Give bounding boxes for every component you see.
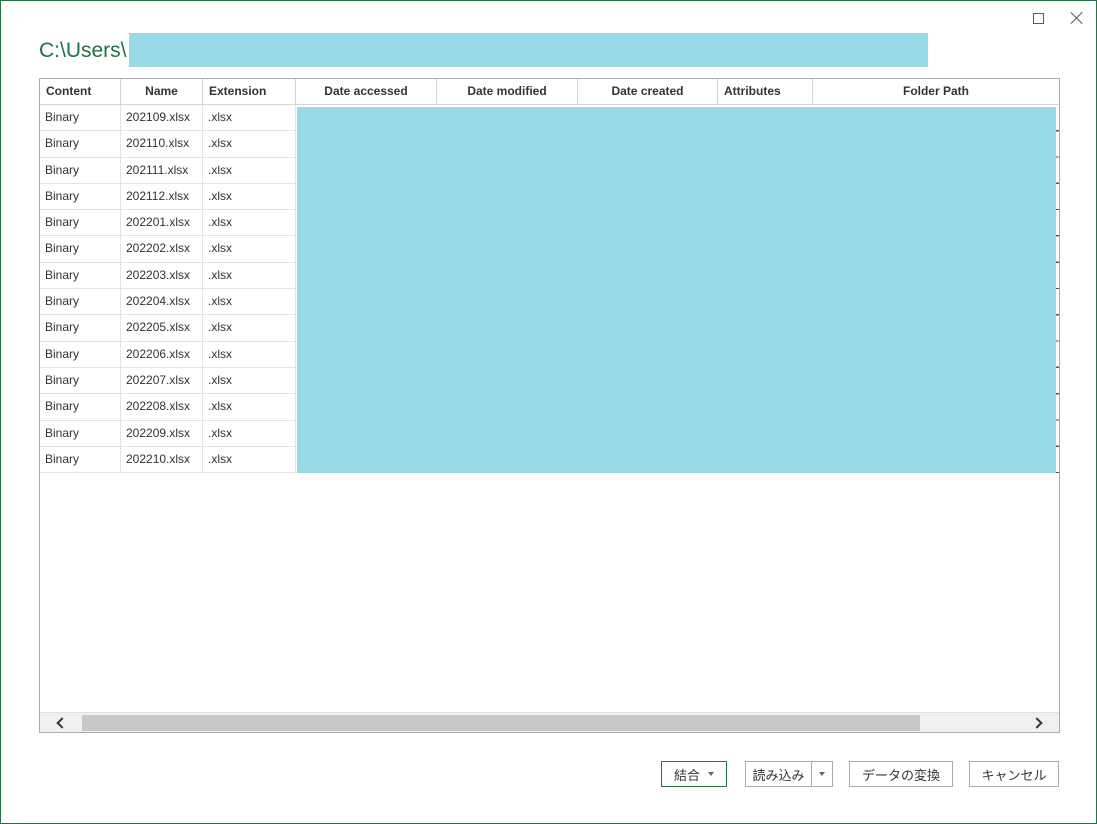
cell-content[interactable]: Binary bbox=[40, 289, 121, 315]
grid-header: Content Name Extension Date accessed Dat… bbox=[40, 79, 1059, 105]
chevron-left-icon bbox=[56, 717, 68, 729]
table-row[interactable]: Binary 202111.xlsx .xlsx bbox=[40, 157, 296, 184]
file-list-grid: Content Name Extension Date accessed Dat… bbox=[39, 78, 1060, 733]
cell-extension[interactable]: .xlsx bbox=[203, 131, 296, 157]
cell-extension[interactable]: .xlsx bbox=[203, 341, 296, 367]
cell-name[interactable]: 202203.xlsx bbox=[121, 262, 203, 289]
cell-name[interactable]: 202205.xlsx bbox=[121, 315, 203, 341]
maximize-icon bbox=[1032, 12, 1044, 24]
column-header-date-created[interactable]: Date created bbox=[578, 79, 718, 104]
cell-extension[interactable]: .xlsx bbox=[203, 157, 296, 183]
table-row[interactable]: Binary 202201.xlsx .xlsx bbox=[40, 210, 296, 237]
column-header-date-modified[interactable]: Date modified bbox=[437, 79, 578, 104]
close-icon bbox=[1070, 11, 1084, 25]
table-row[interactable]: Binary 202209.xlsx .xlsx bbox=[40, 420, 296, 447]
cell-name[interactable]: 202204.xlsx bbox=[121, 289, 203, 315]
load-button-label: 読み込み bbox=[752, 768, 805, 784]
cell-extension[interactable]: .xlsx bbox=[203, 394, 296, 420]
column-header-date-accessed[interactable]: Date accessed bbox=[296, 79, 437, 104]
redacted-path-region bbox=[129, 33, 928, 67]
table-row[interactable]: Binary 202206.xlsx .xlsx bbox=[40, 341, 296, 368]
maximize-button[interactable] bbox=[1025, 7, 1051, 29]
table-row[interactable]: Binary 202204.xlsx .xlsx bbox=[40, 289, 296, 316]
cell-content[interactable]: Binary bbox=[40, 236, 121, 262]
table-row[interactable]: Binary 202210.xlsx .xlsx bbox=[40, 446, 296, 474]
cell-name[interactable]: 202207.xlsx bbox=[121, 367, 203, 394]
cell-extension[interactable]: .xlsx bbox=[203, 236, 296, 262]
cancel-button[interactable]: キャンセル bbox=[969, 761, 1059, 787]
transform-data-button[interactable]: データの変換 bbox=[849, 761, 953, 787]
combine-button[interactable]: 結合 bbox=[661, 761, 727, 787]
cell-name[interactable]: 202109.xlsx bbox=[121, 105, 203, 131]
load-button[interactable]: 読み込み bbox=[745, 761, 811, 787]
cell-extension[interactable]: .xlsx bbox=[203, 210, 296, 236]
file-preview-dialog: C:\Users\ Content Name Extension Date ac… bbox=[0, 0, 1097, 824]
cell-name[interactable]: 202201.xlsx bbox=[121, 210, 203, 236]
cell-name[interactable]: 202210.xlsx bbox=[121, 446, 203, 473]
cell-content[interactable]: Binary bbox=[40, 420, 121, 446]
load-dropdown-button[interactable] bbox=[811, 761, 833, 787]
cell-extension[interactable]: .xlsx bbox=[203, 105, 296, 131]
cell-content[interactable]: Binary bbox=[40, 105, 121, 131]
cell-content[interactable]: Binary bbox=[40, 315, 121, 341]
table-row[interactable]: Binary 202203.xlsx .xlsx bbox=[40, 262, 296, 290]
cancel-button-label: キャンセル bbox=[981, 768, 1047, 784]
transform-data-button-label: データの変換 bbox=[861, 768, 940, 784]
chevron-down-icon bbox=[819, 772, 825, 776]
redacted-columns-region bbox=[297, 107, 1056, 473]
column-header-content[interactable]: Content bbox=[40, 79, 121, 104]
cell-content[interactable]: Binary bbox=[40, 367, 121, 394]
cell-extension[interactable]: .xlsx bbox=[203, 183, 296, 210]
cell-extension[interactable]: .xlsx bbox=[203, 420, 296, 446]
folder-path-title: C:\Users\ bbox=[39, 39, 127, 62]
cell-name[interactable]: 202208.xlsx bbox=[121, 394, 203, 420]
column-header-name[interactable]: Name bbox=[121, 79, 203, 104]
cell-name[interactable]: 202209.xlsx bbox=[121, 420, 203, 446]
table-rows: Binary 202109.xlsx .xlsx Binary 202110.x… bbox=[40, 105, 296, 474]
cell-name[interactable]: 202110.xlsx bbox=[121, 131, 203, 157]
cell-extension[interactable]: .xlsx bbox=[203, 315, 296, 341]
table-row[interactable]: Binary 202112.xlsx .xlsx bbox=[40, 183, 296, 211]
cell-content[interactable]: Binary bbox=[40, 131, 121, 157]
cell-content[interactable]: Binary bbox=[40, 262, 121, 289]
cell-extension[interactable]: .xlsx bbox=[203, 367, 296, 394]
horizontal-scrollbar[interactable] bbox=[40, 712, 1059, 732]
cell-content[interactable]: Binary bbox=[40, 157, 121, 183]
cell-name[interactable]: 202202.xlsx bbox=[121, 236, 203, 262]
cell-content[interactable]: Binary bbox=[40, 446, 121, 473]
cell-name[interactable]: 202111.xlsx bbox=[121, 157, 203, 183]
row-edge-markers bbox=[1056, 105, 1059, 475]
chevron-down-icon bbox=[708, 772, 714, 776]
cell-name[interactable]: 202206.xlsx bbox=[121, 341, 203, 367]
combine-button-label: 結合 bbox=[673, 768, 700, 784]
cell-content[interactable]: Binary bbox=[40, 210, 121, 236]
table-row[interactable]: Binary 202205.xlsx .xlsx bbox=[40, 315, 296, 342]
cell-extension[interactable]: .xlsx bbox=[203, 289, 296, 315]
table-row[interactable]: Binary 202202.xlsx .xlsx bbox=[40, 236, 296, 263]
column-header-attributes[interactable]: Attributes bbox=[718, 79, 813, 104]
scroll-thumb[interactable] bbox=[82, 715, 920, 731]
chevron-right-icon bbox=[1031, 717, 1043, 729]
cell-content[interactable]: Binary bbox=[40, 341, 121, 367]
cell-content[interactable]: Binary bbox=[40, 183, 121, 210]
table-row[interactable]: Binary 202207.xlsx .xlsx bbox=[40, 367, 296, 395]
table-row[interactable]: Binary 202109.xlsx .xlsx bbox=[40, 105, 296, 132]
close-button[interactable] bbox=[1064, 7, 1090, 29]
scroll-left-button[interactable] bbox=[40, 713, 80, 732]
column-header-folder-path[interactable]: Folder Path bbox=[813, 79, 1059, 104]
table-row[interactable]: Binary 202110.xlsx .xlsx bbox=[40, 131, 296, 158]
scroll-right-button[interactable] bbox=[1019, 713, 1059, 732]
cell-content[interactable]: Binary bbox=[40, 394, 121, 420]
column-header-extension[interactable]: Extension bbox=[203, 79, 296, 104]
cell-extension[interactable]: .xlsx bbox=[203, 262, 296, 289]
table-row[interactable]: Binary 202208.xlsx .xlsx bbox=[40, 394, 296, 421]
cell-extension[interactable]: .xlsx bbox=[203, 446, 296, 473]
cell-name[interactable]: 202112.xlsx bbox=[121, 183, 203, 210]
